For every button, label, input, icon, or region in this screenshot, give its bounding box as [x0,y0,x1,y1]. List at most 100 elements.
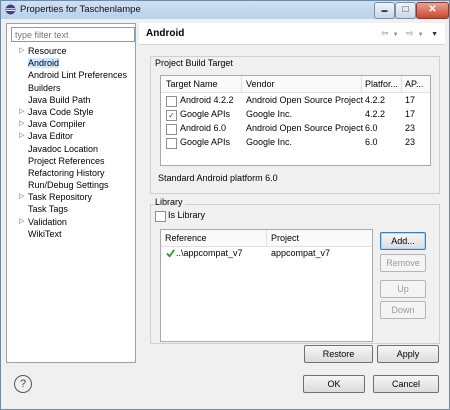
ok-button[interactable]: OK [303,375,365,393]
target-vendor: Android Open Source Project [246,123,364,133]
tree-item-label: Java Build Path [28,94,91,105]
target-platform: 4.2.2 [365,95,386,105]
table-row[interactable]: Google APIs Google Inc. 6.0 23 [161,136,430,150]
expand-arrow-icon[interactable]: ▷ [19,216,24,228]
tree-item[interactable]: Android Lint Preferences [7,69,135,81]
tree-item[interactable]: Javadoc Location [7,143,135,155]
tree-item-label: Task Repository [28,192,93,203]
build-target-group-label: Project Build Target [155,58,233,68]
page-header: Android ⇦ ▼ ⇨ ▼ ▼ [139,23,445,45]
preference-tree: ▷ Resource Android Android Lint Preferences… [7,45,135,240]
target-checkbox[interactable] [166,96,177,107]
tree-item-label: Java Editor [28,131,74,142]
target-checkbox[interactable]: ✓ [166,110,177,121]
tree-item[interactable]: ▷ Java Editor [7,130,135,142]
minimize-icon: ▬ [381,8,388,14]
tree-item-label: Javadoc Location [28,143,99,154]
target-api: 17 [405,109,416,119]
column-header[interactable]: Reference [165,233,265,243]
column-header[interactable]: Project [271,233,371,243]
build-target-status: Standard Android platform 6.0 [158,173,278,183]
up-button[interactable]: Up [380,280,426,298]
target-name: Google APIs [180,109,231,119]
expand-arrow-icon[interactable]: ▷ [19,106,24,118]
expand-arrow-icon[interactable]: ▷ [19,130,24,142]
tree-item[interactable]: Java Build Path [7,94,135,106]
close-button[interactable]: ✕ [416,2,449,19]
is-library-label: Is Library [168,210,206,220]
tree-item[interactable]: ▷ Validation [7,216,135,228]
window-title: Properties for Taschenlampe [20,4,141,15]
checkbox[interactable] [155,211,166,222]
tree-item-label: Refactoring History [28,167,105,178]
table-row[interactable]: ..\appcompat_v7 appcompat_v7 [161,247,372,261]
expand-arrow-icon[interactable]: ▷ [19,45,24,57]
column-header[interactable]: Target Name [166,79,236,89]
down-button[interactable]: Down [380,301,426,319]
tree-item-label: Task Tags [28,204,68,215]
table-row[interactable]: Android 4.2.2 Android Open Source Project… [161,94,430,108]
target-api: 17 [405,95,416,105]
tree-item[interactable]: ▷ Task Repository [7,191,135,203]
column-header[interactable]: AP... [405,79,429,89]
expand-arrow-icon[interactable]: ▷ [19,191,24,203]
column-header[interactable]: Platfor... [365,79,401,89]
tree-item[interactable]: Project References [7,155,135,167]
library-group-label: Library [155,197,185,207]
eclipse-app-icon [5,4,16,15]
minimize-button[interactable]: ▬ [374,2,395,19]
expand-arrow-icon[interactable]: ▷ [19,118,24,130]
help-icon[interactable]: ? [14,375,32,393]
tree-item[interactable]: ▷ Java Code Style [7,106,135,118]
forward-arrow-icon[interactable]: ⇨ [406,28,415,38]
title-bar: Properties for Taschenlampe ▬ □ ✕ [1,1,449,19]
tree-item[interactable]: Refactoring History [7,167,135,179]
close-icon: ✕ [428,4,437,15]
tree-item-label: WikiText [28,228,62,239]
target-platform: 6.0 [365,137,378,147]
restore-defaults-button[interactable]: Restore Defaults [304,345,373,376]
target-checkbox[interactable] [166,124,177,135]
tree-item[interactable]: ▷ Java Compiler [7,118,135,130]
tree-item[interactable]: Task Tags [7,203,135,215]
tree-item-label: Resource [28,46,67,56]
tree-item-label: Java Compiler [28,119,86,130]
target-platform: 6.0 [365,123,378,133]
add-button[interactable]: Add... [380,232,426,250]
apply-button[interactable]: Apply [377,345,439,363]
chevron-down-icon[interactable]: ▼ [393,32,400,38]
history-nav: ⇦ ▼ ⇨ ▼ ▼ [378,28,439,39]
target-vendor: Google Inc. [246,109,293,119]
maximize-button[interactable]: □ [395,2,416,19]
tree-item-label: Android [28,58,60,69]
target-checkbox[interactable] [166,138,177,149]
tree-item-label: Android Lint Preferences [28,70,128,81]
table-row[interactable]: ✓ Google APIs Google Inc. 4.2.2 17 [161,108,430,122]
tree-item[interactable]: ▷ Resource [7,45,135,57]
back-arrow-icon[interactable]: ⇦ [381,28,390,38]
tree-item-label: Validation [28,216,67,227]
library-reference: ..\appcompat_v7 [176,248,243,258]
target-vendor: Google Inc. [246,137,293,147]
target-name: Google APIs [180,137,231,147]
tree-item[interactable]: Builders [7,82,135,94]
tree-item-label: Run/Debug Settings [28,180,109,191]
tree-item-label: Java Code Style [28,106,94,117]
preference-tree-pane: ▷ Resource AndroidAndroid Lint Preferences… [6,23,136,363]
cancel-button[interactable]: Cancel [373,375,439,393]
tree-item[interactable]: WikiText [7,228,135,240]
tree-item[interactable]: Run/Debug Settings [7,179,135,191]
table-header: Reference Project [161,230,372,247]
target-api: 23 [405,123,416,133]
chevron-down-icon[interactable]: ▼ [418,32,425,38]
view-menu-icon[interactable]: ▼ [431,31,439,38]
column-header[interactable]: Vendor [246,79,356,89]
checkmark-icon [166,249,175,258]
tree-item-label: Builders [28,82,61,93]
filter-input[interactable] [11,27,135,42]
table-row[interactable]: Android 6.0 Android Open Source Project 6.… [161,122,430,136]
page-title: Android [146,28,185,39]
properties-window: Properties for Taschenlampe ▬ □ ✕ ▷ Resou… [0,0,450,410]
remove-button[interactable]: Remove [380,254,426,272]
tree-item[interactable]: Android [7,57,135,69]
